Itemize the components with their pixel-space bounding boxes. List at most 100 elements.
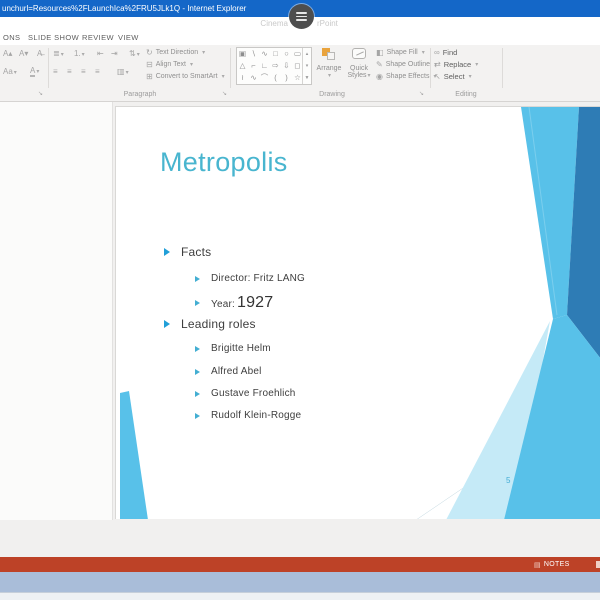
align-left-button[interactable]: ≡ xyxy=(53,67,58,76)
bullet-leading-roles-heading[interactable]: Leading roles xyxy=(164,317,256,331)
gallery-more-icon[interactable]: ▼ xyxy=(305,72,310,84)
arrange-button[interactable]: Arrange ▾ xyxy=(314,48,344,79)
numbering-button[interactable]: 1.▾ xyxy=(74,49,85,58)
shape-icon[interactable]: ○ xyxy=(281,48,292,60)
shape-icon[interactable]: ( xyxy=(270,72,281,84)
shape-icon[interactable]: ∖ xyxy=(248,48,259,60)
bullet-facts-heading[interactable]: Facts xyxy=(164,245,211,259)
shape-icon[interactable]: ) xyxy=(281,72,292,84)
smartart-icon: ⊞ xyxy=(146,72,153,81)
shape-icon[interactable]: ∿ xyxy=(259,48,270,60)
chevron-down-icon: ▾ xyxy=(36,69,40,75)
font-dialog-launcher-icon[interactable]: ↘ xyxy=(38,90,43,97)
ie-window: unchurl=Resources%2FLaunchIca%2FRU5JLk1Q… xyxy=(0,0,600,600)
paragraph-group-label: Paragraph xyxy=(123,91,157,98)
bullet-role-4[interactable]: Rudolf Klein-Rogge xyxy=(195,409,301,422)
grow-font-button[interactable]: A▴ xyxy=(3,49,12,58)
bullet-triangle-icon xyxy=(195,390,200,397)
shape-icon[interactable]: ⌐ xyxy=(248,60,259,72)
chevron-down-icon: ▾ xyxy=(468,74,472,80)
clear-formatting-icon[interactable]: A̶ xyxy=(37,49,42,58)
group-divider xyxy=(48,48,49,88)
bullet-director[interactable]: Director: Fritz LANG xyxy=(195,272,305,285)
thumbnail-pane[interactable] xyxy=(0,102,113,520)
font-color-button[interactable]: A▾ xyxy=(30,66,39,77)
shape-icon[interactable]: □ xyxy=(270,48,281,60)
slide-page-number: 5 xyxy=(506,476,511,485)
shrink-font-button[interactable]: A▾ xyxy=(19,49,28,58)
bullet-triangle-icon xyxy=(164,320,170,328)
status-right-fragment xyxy=(596,561,600,568)
shape-icon[interactable]: ⇩ xyxy=(281,60,292,72)
replace-button[interactable]: ⇄ Replace ▾ xyxy=(434,59,478,70)
quick-styles-button[interactable]: Quick Styles▾ xyxy=(346,48,372,79)
slide-canvas[interactable]: Metropolis Facts Director: Fritz LANG Ye… xyxy=(115,106,600,519)
bullet-triangle-icon xyxy=(195,275,200,282)
shape-icon[interactable]: ▣ xyxy=(237,48,248,60)
gallery-scrollbar[interactable]: ▴ ▾ ▼ xyxy=(302,48,311,84)
chevron-down-icon: ▾ xyxy=(221,74,225,80)
editor-workspace: Metropolis Facts Director: Fritz LANG Ye… xyxy=(0,102,600,557)
align-text-button[interactable]: ⊟ Align Text ▾ xyxy=(146,59,193,70)
bullets-button[interactable]: ≣▾ xyxy=(53,49,64,58)
chevron-down-icon: ▾ xyxy=(13,70,17,76)
tab-view[interactable]: VIEW xyxy=(118,31,139,45)
chevron-down-icon: ▾ xyxy=(475,62,479,68)
bullet-triangle-icon xyxy=(164,248,170,256)
shape-icon[interactable]: ∟ xyxy=(259,60,270,72)
shapes-gallery[interactable]: ▣ ∖ ∿ □ ○ ▭ △ ⌐ ∟ ⇨ ⇩ ◻ ≀ ∿ ⌒ ( ) ☆ ▴ ▾ … xyxy=(236,47,312,85)
tab-review[interactable]: REVIEW xyxy=(82,31,114,45)
shape-effects-icon: ◉ xyxy=(376,72,383,81)
bullet-triangle-icon xyxy=(195,412,200,419)
select-icon: ↖ xyxy=(434,72,441,81)
text-direction-button[interactable]: ↻ Text Direction ▾ xyxy=(146,47,205,58)
year-value: 1927 xyxy=(236,294,274,311)
shape-fill-button[interactable]: ◧ Shape Fill ▾ xyxy=(376,47,425,58)
line-spacing-button[interactable]: ⇅▾ xyxy=(129,49,140,58)
bottom-strip xyxy=(0,592,600,600)
columns-button[interactable]: ▥▾ xyxy=(117,67,129,76)
bullet-role-1[interactable]: Brigitte Helm xyxy=(195,342,271,355)
shape-effects-button[interactable]: ◉ Shape Effects ▾ xyxy=(376,71,436,82)
decrease-indent-button[interactable]: ⇤ xyxy=(97,49,104,58)
chevron-down-icon: ▾ xyxy=(421,50,425,56)
shape-icon[interactable]: ⇨ xyxy=(270,60,281,72)
align-center-button[interactable]: ≡ xyxy=(67,67,72,76)
tab-slide-show[interactable]: SLIDE SHOW xyxy=(28,31,79,45)
shape-icon[interactable]: ⌒ xyxy=(259,72,270,84)
change-case-button[interactable]: Aa▾ xyxy=(3,67,17,76)
shape-icon[interactable]: ∿ xyxy=(248,72,259,84)
drawing-dialog-launcher-icon[interactable]: ↘ xyxy=(419,90,424,97)
gallery-down-icon[interactable]: ▾ xyxy=(306,60,309,72)
shape-fill-icon: ◧ xyxy=(376,48,384,57)
shape-icon[interactable]: △ xyxy=(237,60,248,72)
paragraph-dialog-launcher-icon[interactable]: ↘ xyxy=(222,90,227,97)
window-title: unchurl=Resources%2FLaunchIca%2FRU5JLk1Q… xyxy=(2,4,247,13)
bullet-role-3[interactable]: Gustave Froehlich xyxy=(195,387,296,400)
quick-styles-icon xyxy=(352,48,366,59)
shape-icon[interactable]: ≀ xyxy=(237,72,248,84)
increase-indent-button[interactable]: ⇥ xyxy=(111,49,118,58)
notes-toggle-button[interactable]: ▤ NOTES xyxy=(534,557,570,572)
shape-outline-button[interactable]: ✎ Shape Outline ▾ xyxy=(376,59,437,70)
shape-outline-icon: ✎ xyxy=(376,60,383,69)
gallery-up-icon[interactable]: ▴ xyxy=(306,48,309,60)
chevron-down-icon: ▾ xyxy=(189,62,193,68)
text-direction-icon: ↻ xyxy=(146,48,153,57)
status-bar: ▤ NOTES xyxy=(0,557,600,572)
menu-circle-button[interactable] xyxy=(289,4,314,29)
convert-to-smartart-button[interactable]: ⊞ Convert to SmartArt ▾ xyxy=(146,71,225,82)
slide-title[interactable]: Metropolis xyxy=(160,147,288,178)
align-text-icon: ⊟ xyxy=(146,60,153,69)
select-button[interactable]: ↖ Select ▾ xyxy=(434,71,472,82)
drawing-group-label: Drawing xyxy=(319,91,345,98)
bullet-role-2[interactable]: Alfred Abel xyxy=(195,365,262,378)
find-button[interactable]: ∞ Find xyxy=(434,47,457,58)
hamburger-icon xyxy=(296,12,307,14)
bullet-year[interactable]: Year: 1927 xyxy=(195,294,273,312)
justify-button[interactable]: ≡ xyxy=(95,67,100,76)
align-right-button[interactable]: ≡ xyxy=(81,67,86,76)
find-icon: ∞ xyxy=(434,48,440,57)
group-divider xyxy=(230,48,231,88)
tab-animations-fragment[interactable]: ONS xyxy=(3,31,20,45)
